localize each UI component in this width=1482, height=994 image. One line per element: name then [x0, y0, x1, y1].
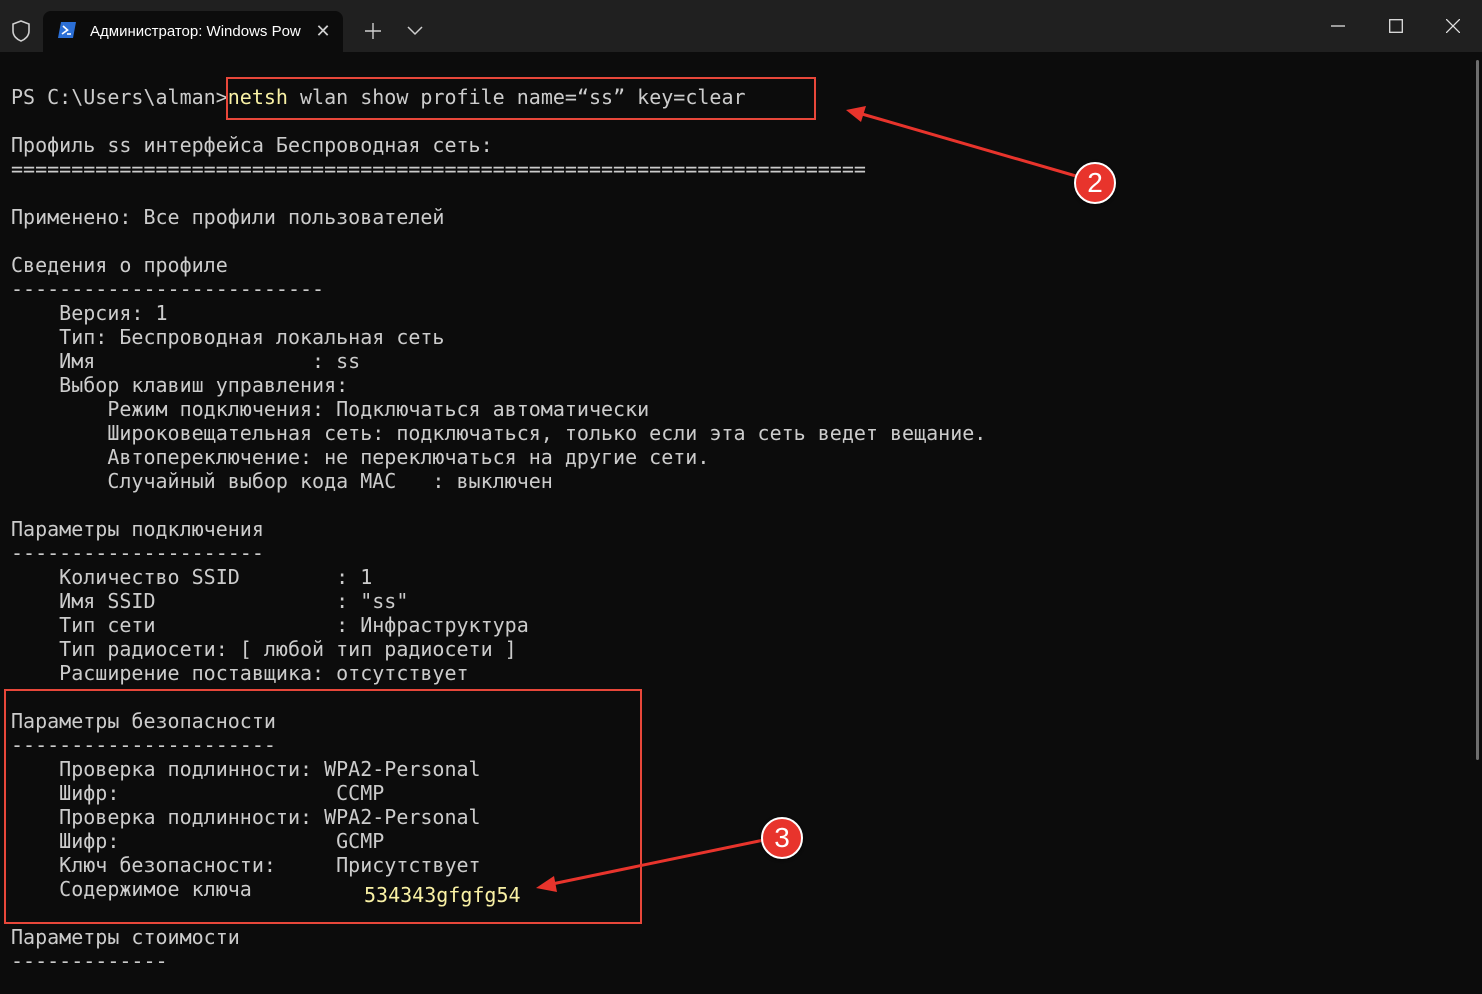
output-line: Количество SSID : 1: [11, 565, 373, 589]
output-line: Режим подключения: Подключаться автомати…: [11, 397, 650, 421]
chevron-down-icon[interactable]: [402, 19, 428, 43]
security-highlight-box: [4, 689, 642, 924]
powershell-icon: [57, 21, 77, 39]
output-line: ========================================…: [11, 157, 866, 181]
output-line: Тип: Беспроводная локальная сеть: [11, 325, 445, 349]
output-line: -------------: [11, 949, 168, 973]
maximize-icon: [1389, 19, 1403, 33]
tab-close-button[interactable]: ✕: [311, 20, 335, 44]
minimize-button[interactable]: [1309, 0, 1367, 52]
terminal-tab[interactable]: Администратор: Windows Pow ✕: [43, 11, 343, 52]
output-line: Случайный выбор кода MAC : выключен: [11, 469, 553, 493]
close-window-button[interactable]: [1424, 0, 1482, 52]
minimize-icon: [1331, 25, 1345, 27]
output-line: --------------------------: [11, 277, 325, 301]
output-line: Параметры стоимости: [11, 925, 240, 949]
output-line: Расширение поставщика: отсутствует: [11, 661, 469, 685]
tab-title: Администратор: Windows Pow: [90, 23, 301, 40]
output-line: Применено: Все профили пользователей: [11, 205, 445, 229]
title-bar: Администратор: Windows Pow ✕: [0, 0, 1482, 52]
new-tab-button[interactable]: [360, 19, 386, 43]
output-line: Версия: 1: [11, 301, 168, 325]
output-line: Широковещательная сеть: подключаться, то…: [11, 421, 987, 445]
shield-icon: [8, 17, 34, 45]
output-line: Имя SSID : "ss": [11, 589, 409, 613]
output-line: ---------------------: [11, 541, 264, 565]
output-line: Тип сети : Инфраструктура: [11, 613, 529, 637]
output-line: Автопереключение: не переключаться на др…: [11, 445, 710, 469]
command-highlight-box: [226, 77, 816, 120]
output-line: Параметры подключения: [11, 517, 264, 541]
output-line: Имя : ss: [11, 349, 361, 373]
close-icon: [1446, 19, 1460, 33]
prompt: PS C:\Users\alman>: [11, 85, 228, 109]
step-badge-2: 2: [1074, 162, 1116, 204]
output-line: Профиль ss интерфейса Беспроводная сеть:: [11, 133, 493, 157]
output-line: Тип радиосети: [ любой тип радиосети ]: [11, 637, 517, 661]
step-badge-3: 3: [761, 817, 803, 859]
scrollbar[interactable]: [1476, 60, 1479, 760]
output-line: Сведения о профиле: [11, 253, 228, 277]
output-line: Выбор клавиш управления:: [11, 373, 349, 397]
maximize-button[interactable]: [1367, 0, 1425, 52]
